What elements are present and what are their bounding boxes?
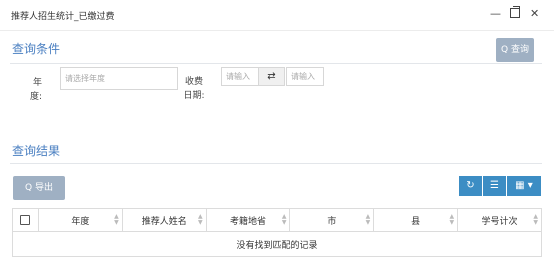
- column-header-student-count[interactable]: 学号计次 ▲ ▼: [457, 208, 542, 232]
- window-title: 推荐人招生统计_已缴过费: [11, 12, 115, 22]
- results-divider: [10, 163, 542, 164]
- sort-icon: ▲ ▼: [281, 213, 287, 226]
- date-to-input[interactable]: 请输入: [286, 67, 324, 86]
- column-header-city[interactable]: 市 ▲ ▼: [289, 208, 375, 232]
- sort-icon: ▲ ▼: [533, 213, 538, 226]
- query-button[interactable]: Q 查询: [496, 38, 534, 62]
- columns-icon: ▦ ▾: [515, 180, 533, 191]
- date-from-input[interactable]: 请输入: [221, 67, 259, 86]
- sort-icon: ▲ ▼: [365, 213, 371, 226]
- column-header-referrer-name[interactable]: 推荐人姓名 ▲ ▼: [121, 208, 207, 232]
- column-header-county[interactable]: 县 ▲ ▼: [373, 208, 459, 232]
- export-button[interactable]: Q 导出: [13, 176, 65, 200]
- maximize-icon[interactable]: [510, 6, 520, 22]
- list-icon: ☰: [490, 180, 499, 191]
- select-all-checkbox[interactable]: [20, 214, 31, 225]
- empty-message: 没有找到匹配的记录: [12, 231, 542, 257]
- query-divider: [10, 63, 542, 64]
- results-table: 年度 ▲ ▼ 推荐人姓名 ▲ ▼ 考籍地省 ▲ ▼ 市 ▲ ▼ 县 ▲ ▼ 学号计次 ▲ ▼ 没有找到匹…: [12, 208, 542, 257]
- refresh-icon: ↻: [466, 180, 475, 191]
- sort-icon: ▲ ▼: [114, 213, 119, 226]
- refresh-button[interactable]: ↻: [459, 176, 482, 196]
- fee-date-label: 收费日期:: [183, 77, 205, 101]
- results-section-title: 查询结果: [12, 144, 61, 158]
- table-header-row: 年度 ▲ ▼ 推荐人姓名 ▲ ▼ 考籍地省 ▲ ▼ 市 ▲ ▼ 县 ▲ ▼ 学号计次 ▲ ▼: [12, 208, 542, 232]
- column-header-year[interactable]: 年度 ▲ ▼: [37, 208, 123, 232]
- column-header-exam-province[interactable]: 考籍地省 ▲ ▼: [205, 208, 291, 232]
- year-label: 年度:: [29, 78, 42, 102]
- table-row: 没有找到匹配的记录: [12, 231, 542, 257]
- columns-button[interactable]: ▦ ▾: [507, 176, 541, 196]
- query-section-title: 查询条件: [12, 42, 61, 56]
- toggle-view-button[interactable]: ☰: [483, 176, 506, 196]
- select-all-header[interactable]: [12, 208, 39, 232]
- sort-icon: ▲ ▼: [449, 213, 455, 226]
- year-select[interactable]: 请选择年度: [60, 67, 178, 90]
- swap-icon[interactable]: ⇄: [258, 67, 285, 86]
- close-icon[interactable]: ✕: [530, 7, 539, 21]
- window-titlebar: 推荐人招生统计_已缴过费 — ✕: [0, 0, 554, 31]
- minimize-icon[interactable]: —: [490, 7, 501, 21]
- sort-icon: ▲ ▼: [197, 213, 203, 226]
